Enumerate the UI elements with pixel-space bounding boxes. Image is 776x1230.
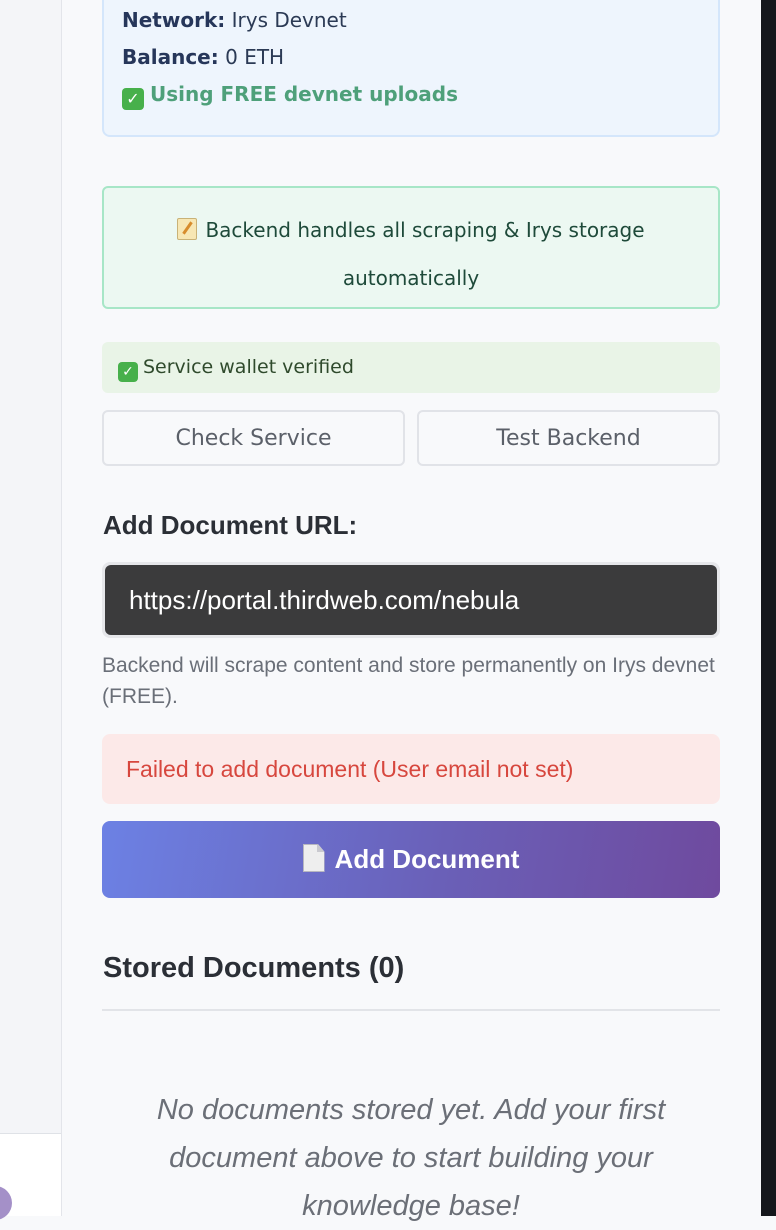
empty-state-message: No documents stored yet. Add your first … [156, 1094, 666, 1222]
balance-row: Balance: 0 ETH [122, 45, 284, 69]
backend-notice-text: Backend handles all scraping & Irys stor… [205, 218, 645, 290]
stored-documents-divider [102, 1009, 720, 1011]
error-message: Failed to add document (User email not s… [102, 734, 720, 804]
service-status-text: Service wallet verified [143, 356, 354, 378]
network-value: Irys Devnet [231, 8, 347, 32]
left-sidebar-strip [0, 0, 62, 1216]
backend-notice: Backend handles all scraping & Irys stor… [102, 186, 720, 309]
balance-value: 0 ETH [225, 45, 285, 69]
network-label: Network: [122, 8, 226, 32]
add-document-button[interactable]: Add Document [102, 821, 720, 898]
wallet-info-card: Network: Irys Devnet Balance: 0 ETH ✓ Usi… [102, 0, 720, 137]
service-status-badge: ✓ Service wallet verified [102, 342, 720, 393]
free-uploads-text: Using FREE devnet uploads [150, 82, 458, 106]
test-backend-button[interactable]: Test Backend [417, 410, 720, 466]
stored-documents-title: Stored Documents (0) [103, 952, 405, 984]
network-row: Network: Irys Devnet [122, 8, 347, 32]
url-hint-text: Backend will scrape content and store pe… [102, 654, 715, 708]
url-input-wrapper [102, 562, 720, 638]
check-mark-icon: ✓ [122, 88, 144, 110]
check-service-button[interactable]: Check Service [102, 410, 405, 466]
add-document-button-label: Add Document [334, 844, 520, 874]
free-uploads-row: ✓ Using FREE devnet uploads [122, 82, 458, 110]
document-icon [302, 844, 325, 872]
balance-label: Balance: [122, 45, 219, 69]
check-mark-icon: ✓ [118, 362, 138, 382]
document-url-input[interactable] [105, 565, 717, 635]
scrollbar-track [761, 0, 776, 1216]
memo-icon [177, 218, 198, 240]
add-document-url-label: Add Document URL: [103, 510, 358, 540]
